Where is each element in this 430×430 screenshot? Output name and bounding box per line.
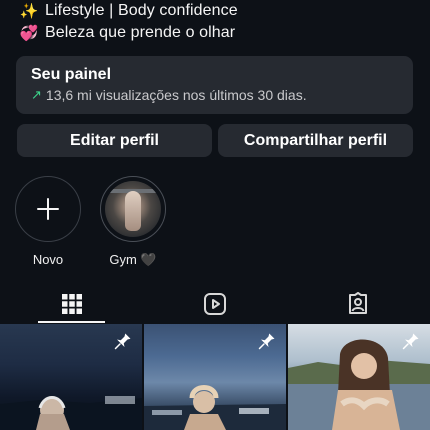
trend-up-icon: ↗ xyxy=(31,87,42,102)
hearts-icon: 💞 xyxy=(19,25,39,42)
profile-page: ✨ Lifestyle | Body confidence 💞 Beleza q… xyxy=(0,0,430,430)
dashboard-stats: ↗ 13,6 mi visualizações nos últimos 30 d… xyxy=(31,87,398,103)
highlight-gym[interactable]: Gym 🖤 xyxy=(100,176,166,268)
profile-tabs xyxy=(0,284,430,324)
highlight-label-new: Novo xyxy=(32,252,64,267)
profile-bio: ✨ Lifestyle | Body confidence 💞 Beleza q… xyxy=(18,0,238,44)
post-thumbnail[interactable] xyxy=(288,324,430,430)
tab-posts[interactable] xyxy=(0,284,143,324)
bio-line-1: ✨ Lifestyle | Body confidence xyxy=(18,0,238,22)
highlight-cover xyxy=(105,181,161,237)
tab-tagged[interactable] xyxy=(286,284,429,324)
pin-icon xyxy=(258,333,275,350)
edit-profile-button[interactable]: Editar perfil xyxy=(17,124,212,157)
grid-icon xyxy=(61,294,82,314)
share-profile-button[interactable]: Compartilhar perfil xyxy=(218,124,413,157)
reels-icon xyxy=(203,293,226,315)
bio-text-2: Beleza que prende o olhar xyxy=(45,24,236,41)
gym-highlight-circle[interactable] xyxy=(100,176,166,242)
professional-dashboard[interactable]: Seu painel ↗ 13,6 mi visualizações nos ú… xyxy=(16,56,413,114)
sparkles-icon: ✨ xyxy=(19,3,39,20)
pin-icon xyxy=(402,333,419,350)
bio-line-2: 💞 Beleza que prende o olhar xyxy=(18,22,238,44)
new-highlight-circle[interactable] xyxy=(15,176,81,242)
dashboard-title: Seu painel xyxy=(31,66,112,83)
post-thumbnail[interactable] xyxy=(144,324,286,430)
bio-text-1: Lifestyle | Body confidence xyxy=(45,2,238,19)
pin-icon xyxy=(114,333,131,350)
active-tab-indicator xyxy=(38,321,105,323)
dashboard-subtitle: 13,6 mi visualizações nos últimos 30 dia… xyxy=(45,87,307,103)
tab-reels[interactable] xyxy=(143,284,286,324)
plus-icon xyxy=(37,198,59,220)
highlight-label-gym: Gym 🖤 xyxy=(109,252,157,267)
tagged-icon xyxy=(348,292,367,314)
post-thumbnail[interactable] xyxy=(0,324,142,430)
posts-grid xyxy=(0,324,430,430)
highlight-new[interactable]: Novo xyxy=(15,176,81,267)
